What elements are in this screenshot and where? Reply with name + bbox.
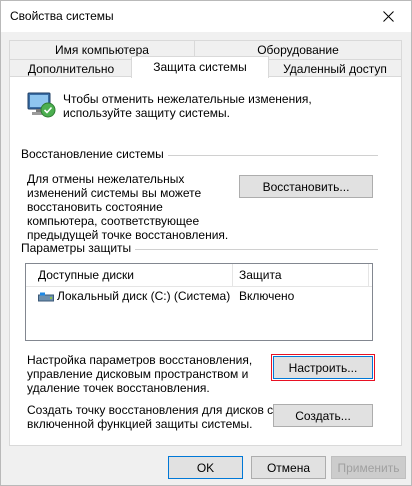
configure-text: Настройка параметров восстановления, упр… (27, 353, 253, 395)
system-protection-icon (26, 90, 56, 120)
apply-button[interactable]: Применить (331, 456, 406, 479)
drive-protection-status: Включено (239, 289, 295, 303)
system-properties-window: Свойства системы Имя компьютера Оборудов… (0, 0, 412, 486)
drive-name: Локальный диск (C:) (Система) (57, 289, 231, 303)
tab-strip: Имя компьютера Оборудование Дополнительн… (1, 32, 411, 78)
list-header: Доступные диски Защита (26, 264, 372, 287)
column-drives[interactable]: Доступные диски (38, 268, 134, 282)
restore-description: Для отмены нежелательных изменений систе… (27, 172, 229, 242)
restore-group-title: Восстановление системы (21, 147, 168, 161)
column-protection[interactable]: Защита (239, 268, 282, 282)
close-icon (382, 11, 394, 22)
close-button[interactable] (365, 1, 411, 32)
tab-system-protection[interactable]: Защита системы (131, 56, 269, 78)
drives-list[interactable]: Доступные диски Защита Локальный диск (C… (25, 263, 373, 341)
cancel-button[interactable]: Отмена (251, 456, 326, 479)
column-separator (368, 264, 369, 286)
tab-advanced[interactable]: Дополнительно (9, 59, 133, 77)
create-button[interactable]: Создать... (273, 404, 373, 427)
ok-button[interactable]: OK (168, 456, 243, 479)
create-text: Создать точку восстановления для дисков … (27, 403, 274, 431)
title-bar: Свойства системы (1, 1, 411, 32)
protection-group-title: Параметры защиты (21, 241, 136, 255)
restore-button[interactable]: Восстановить... (239, 175, 373, 198)
intro-text: Чтобы отменить нежелательные изменения, … (63, 92, 312, 120)
tab-remote[interactable]: Удаленный доступ (268, 59, 402, 77)
window-title: Свойства системы (10, 9, 114, 23)
column-separator (232, 264, 233, 286)
table-row[interactable]: Локальный диск (C:) (Система) Включено (26, 286, 372, 306)
configure-button[interactable]: Настроить... (271, 354, 375, 381)
drive-icon (38, 291, 54, 305)
